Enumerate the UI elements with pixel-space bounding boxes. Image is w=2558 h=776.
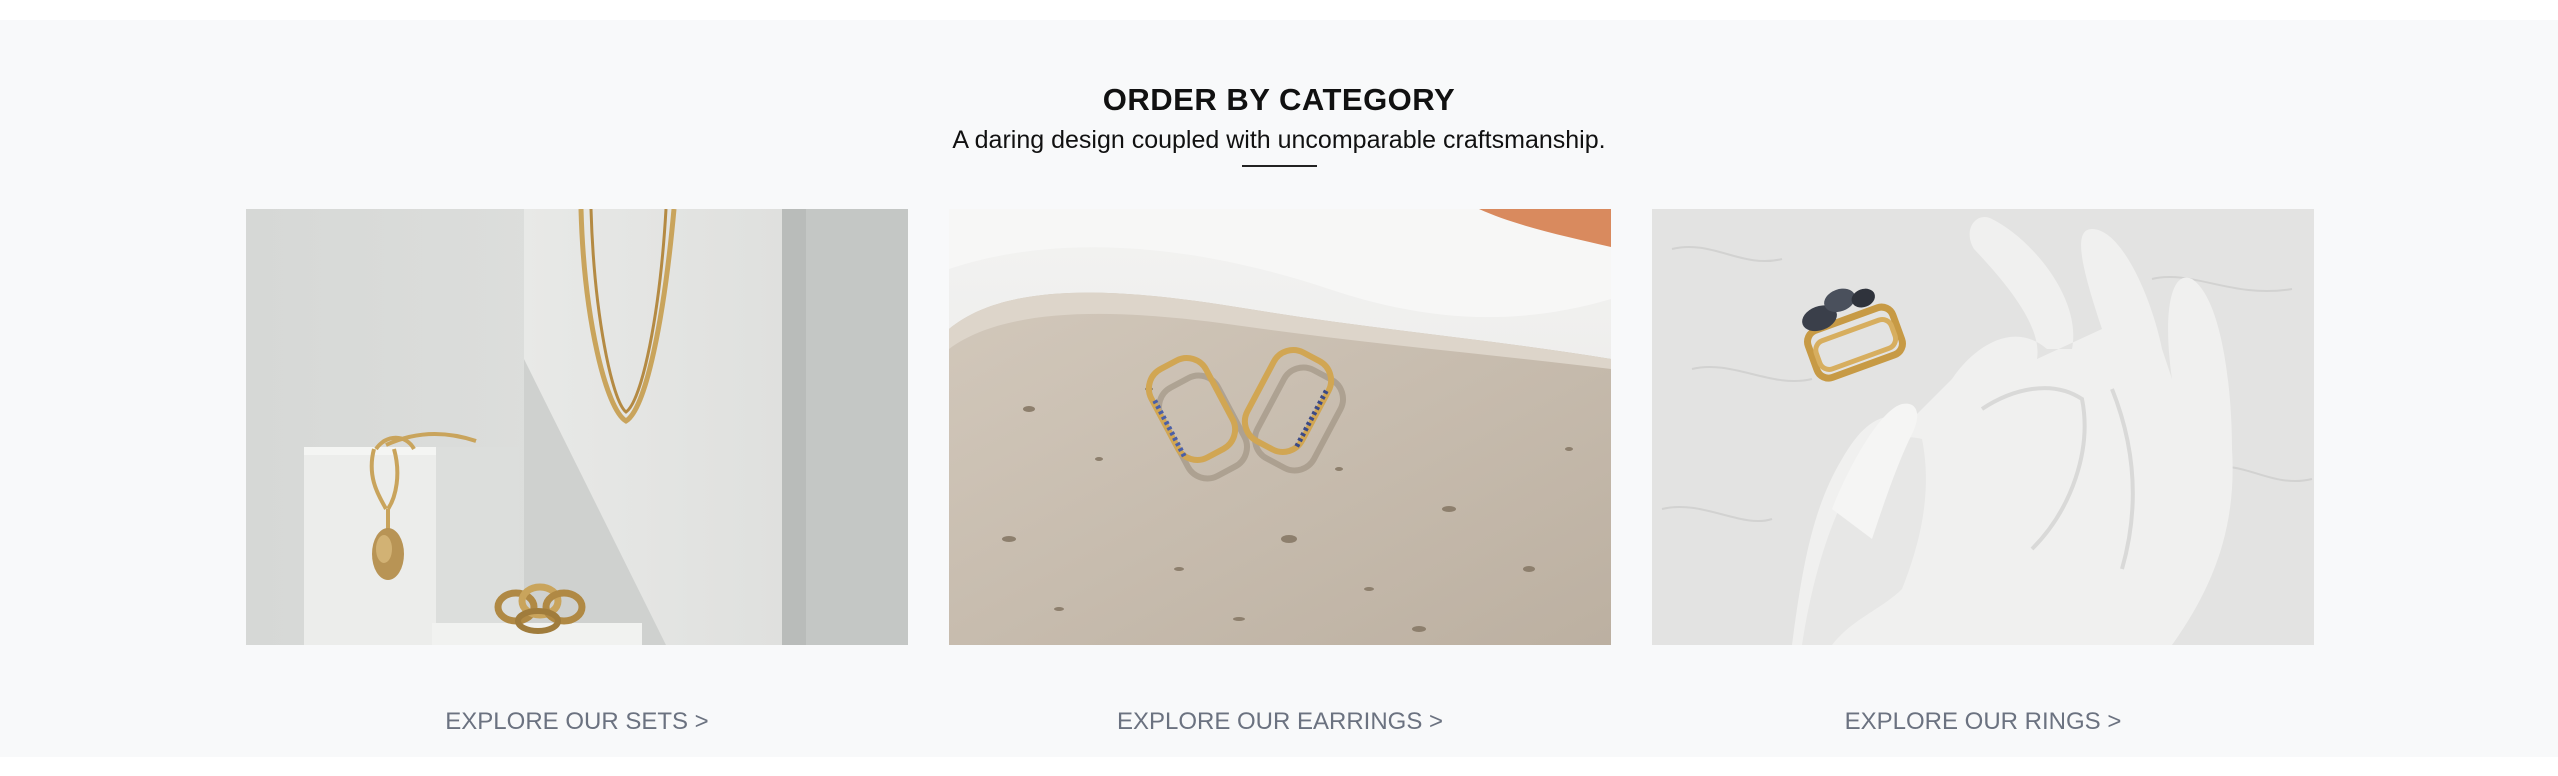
explore-sets-link[interactable]: EXPLORE OUR SETS >	[246, 708, 908, 736]
rings-category-image[interactable]	[1652, 209, 2314, 645]
category-card-sets[interactable]: EXPLORE OUR SETS >	[246, 209, 908, 735]
category-card-earrings[interactable]: EXPLORE OUR EARRINGS >	[949, 209, 1611, 735]
section-title: ORDER BY CATEGORY	[1102, 82, 1456, 117]
sets-category-image[interactable]	[246, 209, 908, 645]
explore-rings-link[interactable]: EXPLORE OUR RINGS >	[1652, 708, 2314, 736]
explore-earrings-link[interactable]: EXPLORE OUR EARRINGS >	[949, 708, 1611, 736]
title-divider	[1242, 165, 1317, 167]
category-card-rings[interactable]: EXPLORE OUR RINGS >	[1652, 209, 2314, 735]
section-subtitle: A daring design coupled with uncomparabl…	[952, 126, 1606, 154]
category-section: ORDER BY CATEGORY A daring design couple…	[0, 20, 2558, 757]
earrings-category-image[interactable]	[949, 209, 1611, 645]
